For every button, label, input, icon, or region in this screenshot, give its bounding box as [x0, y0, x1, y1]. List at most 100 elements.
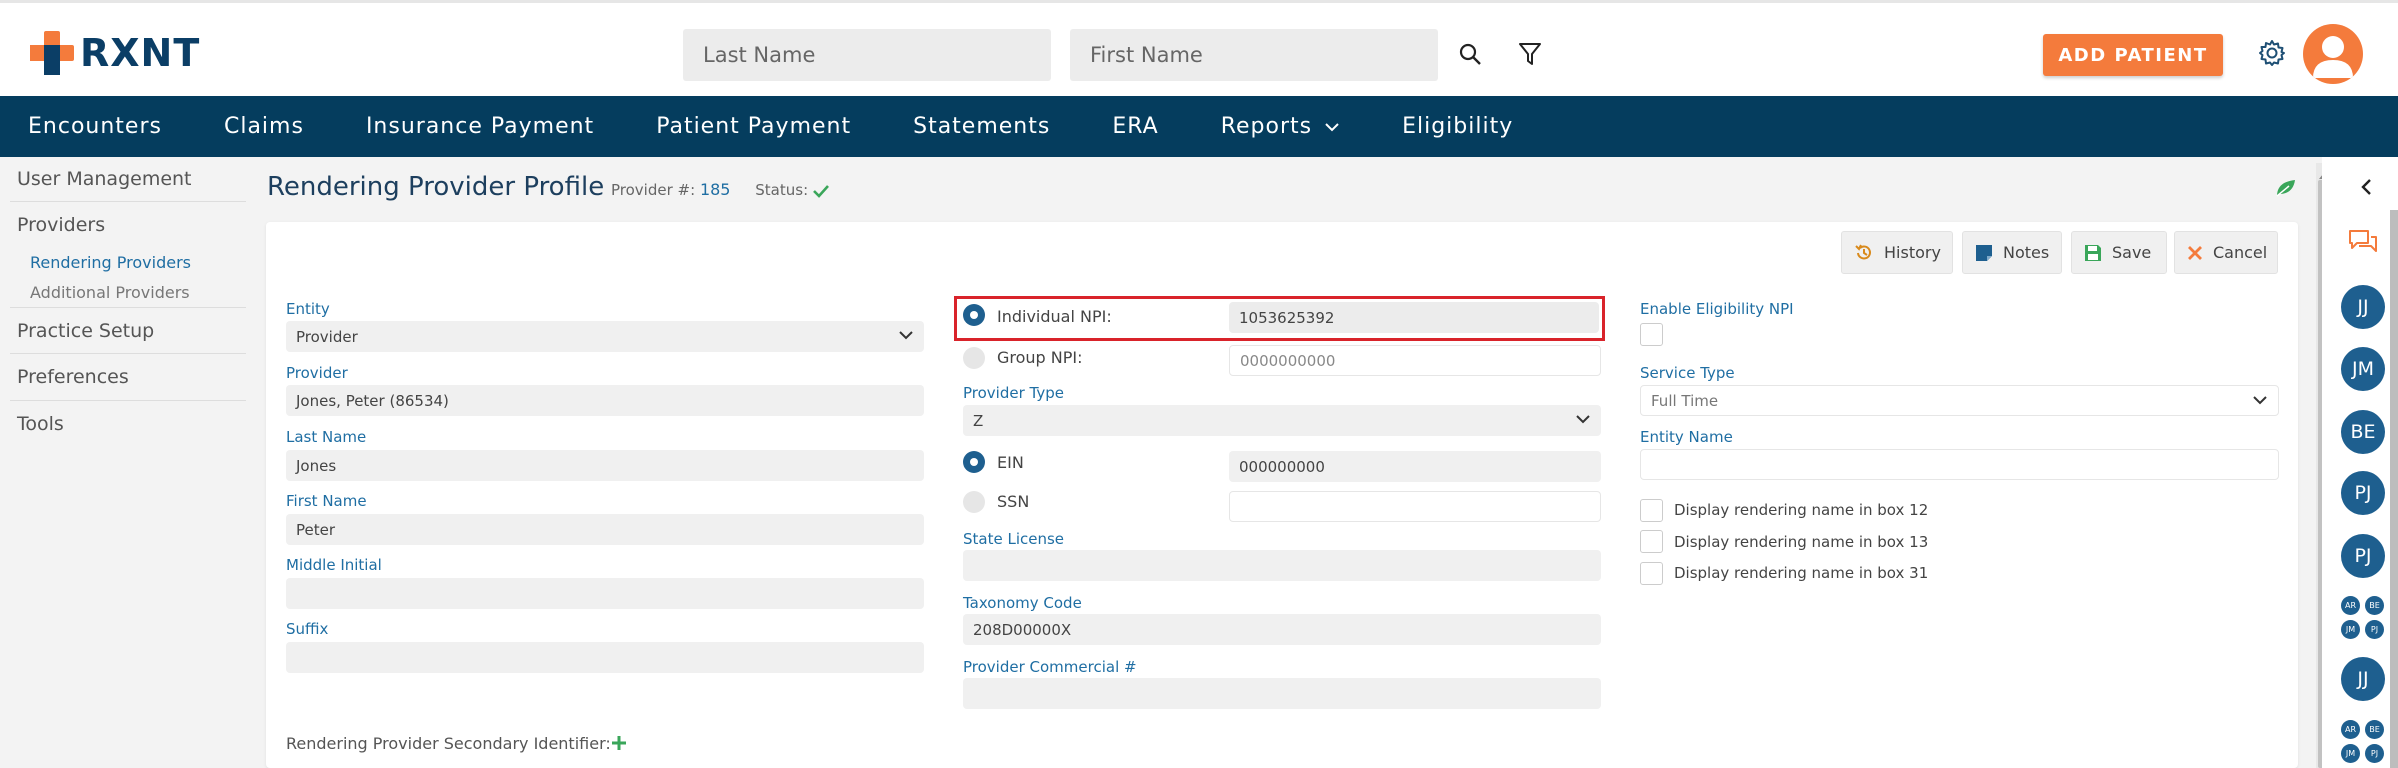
nav-reports-label: Reports [1220, 114, 1313, 139]
provider-commercial-field[interactable] [963, 678, 1601, 709]
box13-checkbox[interactable] [1640, 530, 1663, 553]
mini-avatar[interactable]: AR [2341, 596, 2360, 615]
ein-field[interactable]: 000000000 [1229, 451, 1601, 482]
rail-avatar[interactable]: PJ [2341, 534, 2385, 578]
last-name-field[interactable]: Jones [286, 450, 924, 481]
leaf-icon [2275, 178, 2297, 202]
mini-avatar[interactable]: AR [2341, 720, 2360, 739]
entity-name-field[interactable] [1640, 449, 2279, 480]
enable-eligibility-label: Enable Eligibility NPI [1640, 300, 1794, 318]
middle-initial-field[interactable] [286, 578, 924, 609]
provider-type-select[interactable]: Z [963, 405, 1601, 436]
last-name-label: Last Name [286, 428, 367, 446]
service-type-select[interactable]: Full Time [1640, 385, 2279, 416]
nav-eligibility[interactable]: Eligibility [1402, 114, 1513, 139]
taxonomy-code-field[interactable]: 208D00000X [963, 614, 1601, 645]
sidebar-item-rendering-providers[interactable]: Rendering Providers [30, 253, 191, 272]
notes-label: Notes [2003, 243, 2050, 262]
sidebar-item-user-management[interactable]: User Management [17, 168, 192, 190]
sidebar-item-additional-providers[interactable]: Additional Providers [30, 283, 190, 302]
ein-radio[interactable] [963, 451, 985, 473]
chevron-down-icon [2253, 396, 2267, 405]
rail-avatar[interactable]: PJ [2341, 471, 2385, 515]
mini-avatar[interactable]: BE [2365, 596, 2384, 615]
individual-npi-field[interactable]: 1053625392 [1229, 302, 1599, 333]
service-type-label: Service Type [1640, 364, 1735, 382]
nav-claims[interactable]: Claims [224, 114, 304, 139]
filter-icon[interactable] [1515, 39, 1545, 69]
search-icon[interactable] [1455, 39, 1485, 69]
sidebar-item-tools[interactable]: Tools [17, 413, 64, 435]
mini-avatar[interactable]: JM [2341, 620, 2360, 639]
add-patient-button[interactable]: ADD PATIENT [2043, 34, 2223, 76]
rail-scrollbar[interactable] [2390, 210, 2398, 768]
mini-avatar[interactable]: BE [2365, 720, 2384, 739]
mini-avatar[interactable]: JM [2341, 744, 2360, 763]
cancel-label: Cancel [2213, 243, 2268, 262]
individual-npi-radio[interactable] [963, 304, 985, 326]
chevron-left-icon[interactable] [2359, 178, 2373, 200]
rail-avatar[interactable]: JJ [2341, 285, 2385, 329]
top-bar: RXNT ADD PATIENT [0, 0, 2398, 96]
first-name-field[interactable]: Peter [286, 514, 924, 545]
state-license-field[interactable] [963, 550, 1601, 581]
divider [10, 353, 246, 354]
taxonomy-code-label: Taxonomy Code [963, 594, 1082, 612]
nav-reports[interactable]: Reports [1221, 114, 1340, 139]
save-button[interactable]: Save [2071, 231, 2167, 274]
main-nav: Encounters Claims Insurance Payment Pati… [0, 96, 2398, 157]
provider-commercial-label: Provider Commercial # [963, 658, 1137, 676]
first-name-search-input[interactable] [1070, 29, 1438, 81]
provider-number: 185 [699, 180, 731, 199]
group-npi-radio[interactable] [963, 347, 985, 369]
mini-avatar[interactable]: PJ [2365, 744, 2384, 763]
status-label: Status: [755, 181, 809, 199]
nav-insurance-payment[interactable]: Insurance Payment [366, 114, 594, 139]
state-license-label: State License [963, 530, 1065, 548]
nav-era[interactable]: ERA [1112, 114, 1158, 139]
suffix-field[interactable] [286, 642, 924, 673]
box12-checkbox[interactable] [1640, 499, 1663, 522]
cancel-button[interactable]: Cancel [2174, 231, 2278, 274]
chevron-down-icon [899, 331, 913, 340]
notes-button[interactable]: Notes [1962, 231, 2062, 274]
rail-avatar[interactable]: BE [2341, 410, 2385, 454]
user-silhouette-icon [2313, 36, 2353, 78]
nav-patient-payment[interactable]: Patient Payment [656, 114, 851, 139]
chat-icon[interactable] [2347, 228, 2379, 262]
rail-avatar[interactable]: JJ [2341, 657, 2385, 701]
ssn-radio[interactable] [963, 491, 985, 513]
divider [10, 400, 246, 401]
group-npi-field[interactable]: 0000000000 [1229, 345, 1601, 376]
note-icon [1975, 244, 1993, 262]
box12-label: Display rendering name in box 12 [1674, 501, 1929, 519]
provider-field[interactable]: Jones, Peter (86534) [286, 385, 924, 416]
box31-checkbox[interactable] [1640, 562, 1663, 585]
sidebar-item-providers[interactable]: Providers [17, 214, 105, 236]
logo-text: RXNT [80, 31, 201, 75]
user-avatar[interactable] [2303, 24, 2363, 84]
entity-name-label: Entity Name [1640, 428, 1733, 446]
ssn-label: SSN [997, 492, 1030, 511]
history-button[interactable]: History [1841, 231, 1953, 274]
page-title: Rendering Provider Profile [267, 172, 605, 202]
enable-eligibility-checkbox[interactable] [1640, 323, 1663, 346]
sidebar-item-preferences[interactable]: Preferences [17, 366, 129, 388]
sidebar-item-practice-setup[interactable]: Practice Setup [17, 320, 154, 342]
mini-avatar[interactable]: PJ [2365, 620, 2384, 639]
entity-value: Provider [296, 327, 358, 346]
nav-statements[interactable]: Statements [913, 114, 1050, 139]
history-icon [1854, 243, 1874, 263]
entity-select[interactable]: Provider [286, 321, 924, 352]
gear-icon[interactable] [2256, 37, 2288, 69]
save-icon [2084, 244, 2102, 262]
entity-label: Entity [286, 300, 330, 318]
add-secondary-identifier-icon[interactable] [610, 734, 628, 756]
provider-label: Provider [286, 364, 348, 382]
rail-avatar[interactable]: JM [2341, 347, 2385, 391]
nav-encounters[interactable]: Encounters [28, 114, 162, 139]
ssn-field[interactable] [1229, 491, 1601, 522]
rxnt-logo[interactable]: RXNT [28, 29, 200, 77]
last-name-search-input[interactable] [683, 29, 1051, 81]
service-type-value: Full Time [1651, 391, 1719, 410]
